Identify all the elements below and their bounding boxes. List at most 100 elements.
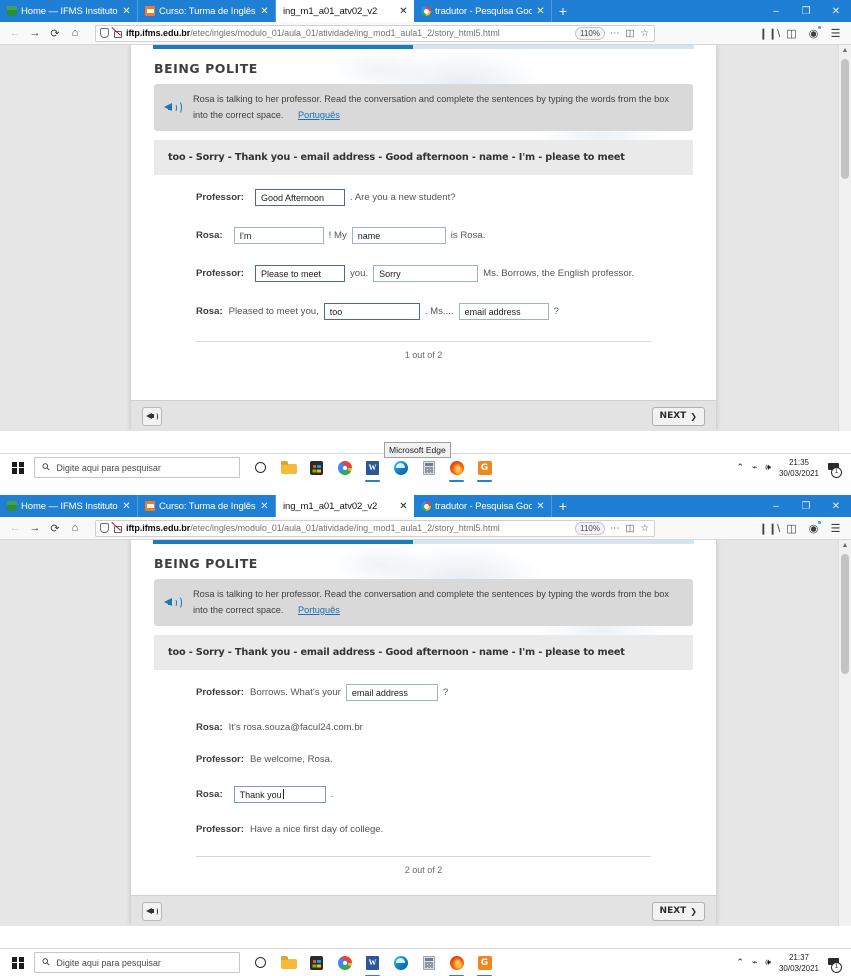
cortana-icon[interactable]: [251, 457, 270, 479]
shield-icon[interactable]: [100, 523, 109, 533]
tray-chevron-icon[interactable]: ⌃: [736, 957, 744, 968]
tab-close-icon[interactable]: ✕: [399, 501, 408, 511]
file-explorer-icon[interactable]: [279, 457, 298, 479]
library-icon[interactable]: ❙❙\: [759, 519, 781, 538]
google-chrome-icon[interactable]: [335, 952, 354, 974]
network-icon[interactable]: ⌁: [752, 957, 757, 968]
tab-ifms-home[interactable]: Home — IFMS Instituto Federal ✕: [0, 495, 138, 517]
new-tab-button[interactable]: +: [552, 0, 574, 22]
minimize-button[interactable]: –: [761, 6, 791, 17]
volume-button[interactable]: [142, 901, 162, 921]
app-menu-icon[interactable]: ☰: [825, 24, 846, 43]
notifications-icon[interactable]: [827, 461, 842, 478]
volume-button[interactable]: [142, 406, 162, 426]
reload-button[interactable]: ⟳: [45, 519, 65, 538]
microsoft-word-icon[interactable]: W: [363, 952, 382, 976]
microsoft-store-icon[interactable]: [307, 952, 326, 974]
gimp-icon[interactable]: G: [475, 457, 494, 482]
volume-tray-icon[interactable]: 🕪: [765, 462, 771, 473]
taskbar-search-input[interactable]: ⚲ Digite aqui para pesquisar: [34, 457, 240, 478]
tab-activity-active[interactable]: ing_m1_a01_atv02_v2 ✕: [276, 0, 414, 22]
page-actions-icon[interactable]: ⋯: [609, 28, 621, 39]
calculator-icon[interactable]: [419, 457, 438, 479]
reader-mode-icon[interactable]: ◫: [624, 523, 635, 534]
answer-input[interactable]: name: [351, 227, 446, 244]
tab-tradutor-google[interactable]: tradutor - Pesquisa Google ✕: [414, 0, 552, 22]
microsoft-edge-icon[interactable]: [391, 952, 410, 974]
shield-icon[interactable]: [100, 28, 109, 38]
page-scrollbar-bottom[interactable]: ▲: [838, 540, 851, 926]
tab-curso-ingles[interactable]: Curso: Turma de Inglês Básico ✕: [138, 0, 276, 22]
scroll-up-arrow[interactable]: ▲: [839, 540, 851, 551]
tab-tradutor-google[interactable]: tradutor - Pesquisa Google ✕: [414, 495, 552, 517]
forward-button[interactable]: →: [25, 519, 45, 538]
sidebar-icon[interactable]: ◫: [781, 24, 802, 43]
answer-input[interactable]: Thank you: [233, 786, 326, 803]
bookmark-star-icon[interactable]: ☆: [639, 28, 650, 39]
answer-input[interactable]: too: [323, 303, 420, 320]
tab-close-icon[interactable]: ✕: [122, 6, 131, 16]
taskbar-search-input[interactable]: ⚲ Digite aqui para pesquisar: [34, 952, 240, 973]
microsoft-edge-icon[interactable]: [391, 457, 410, 479]
zoom-level-badge[interactable]: 110%: [575, 521, 605, 535]
bookmark-star-icon[interactable]: ☆: [639, 523, 650, 534]
tray-chevron-icon[interactable]: ⌃: [736, 462, 744, 473]
new-tab-button[interactable]: +: [552, 495, 574, 517]
tab-activity-active[interactable]: ing_m1_a01_atv02_v2 ✕: [276, 495, 414, 517]
tab-close-icon[interactable]: ✕: [399, 6, 408, 16]
tab-ifms-home[interactable]: Home — IFMS Instituto Federal ✕: [0, 0, 138, 22]
insecure-lock-icon[interactable]: [113, 28, 122, 38]
scroll-thumb[interactable]: [841, 59, 849, 179]
tab-close-icon[interactable]: ✕: [536, 501, 545, 511]
home-button[interactable]: ⌂: [65, 519, 85, 538]
speaker-icon[interactable]: [164, 594, 184, 611]
page-actions-icon[interactable]: ⋯: [609, 523, 621, 534]
page-scrollbar-top[interactable]: ▲: [838, 45, 851, 431]
account-icon[interactable]: ◉: [803, 519, 824, 538]
firefox-icon[interactable]: [447, 952, 466, 976]
answer-input[interactable]: I'm: [233, 227, 324, 244]
url-bar[interactable]: iftp.ifms.edu.br/etec/ingles/modulo_01/a…: [95, 24, 655, 42]
sidebar-icon[interactable]: ◫: [781, 519, 802, 538]
tab-curso-ingles[interactable]: Curso: Turma de Inglês Básico ✕: [138, 495, 276, 517]
url-bar[interactable]: iftp.ifms.edu.br/etec/ingles/modulo_01/a…: [95, 519, 655, 537]
tab-close-icon[interactable]: ✕: [122, 501, 131, 511]
answer-input[interactable]: Sorry: [373, 265, 479, 282]
taskbar-clock[interactable]: 21:37 30/03/2021: [779, 952, 819, 974]
answer-input[interactable]: email address: [345, 684, 438, 701]
file-explorer-icon[interactable]: [279, 952, 298, 974]
reader-mode-icon[interactable]: ◫: [624, 28, 635, 39]
cortana-icon[interactable]: [251, 952, 270, 974]
back-button[interactable]: ←: [5, 24, 25, 43]
start-button[interactable]: [4, 956, 32, 969]
volume-tray-icon[interactable]: 🕪: [765, 957, 771, 968]
account-icon[interactable]: ◉: [803, 24, 824, 43]
home-button[interactable]: ⌂: [65, 24, 85, 43]
forward-button[interactable]: →: [25, 24, 45, 43]
zoom-level-badge[interactable]: 110%: [575, 26, 605, 40]
scroll-thumb[interactable]: [841, 554, 849, 674]
answer-input[interactable]: Good Afternoon: [254, 189, 345, 206]
reload-button[interactable]: ⟳: [45, 24, 65, 43]
tab-close-icon[interactable]: ✕: [260, 501, 269, 511]
minimize-button[interactable]: –: [761, 501, 791, 512]
next-button[interactable]: NEXT ❯: [651, 901, 705, 921]
back-button[interactable]: ←: [5, 519, 25, 538]
tab-close-icon[interactable]: ✕: [536, 6, 545, 16]
next-button[interactable]: NEXT ❯: [651, 406, 705, 426]
firefox-icon[interactable]: [447, 457, 466, 482]
answer-input[interactable]: Please to meet: [254, 265, 345, 282]
close-window-button[interactable]: ✕: [821, 6, 851, 17]
close-window-button[interactable]: ✕: [821, 501, 851, 512]
portugues-link[interactable]: Português: [298, 110, 340, 120]
answer-input[interactable]: email address: [458, 303, 549, 320]
microsoft-store-icon[interactable]: [307, 457, 326, 479]
app-menu-icon[interactable]: ☰: [825, 519, 846, 538]
insecure-lock-icon[interactable]: [113, 523, 122, 533]
microsoft-word-icon[interactable]: W: [363, 457, 382, 482]
maximize-button[interactable]: ❐: [791, 6, 821, 17]
start-button[interactable]: [4, 461, 32, 474]
tab-close-icon[interactable]: ✕: [260, 6, 269, 16]
google-chrome-icon[interactable]: [335, 457, 354, 479]
taskbar-clock[interactable]: 21:35 30/03/2021: [779, 457, 819, 479]
